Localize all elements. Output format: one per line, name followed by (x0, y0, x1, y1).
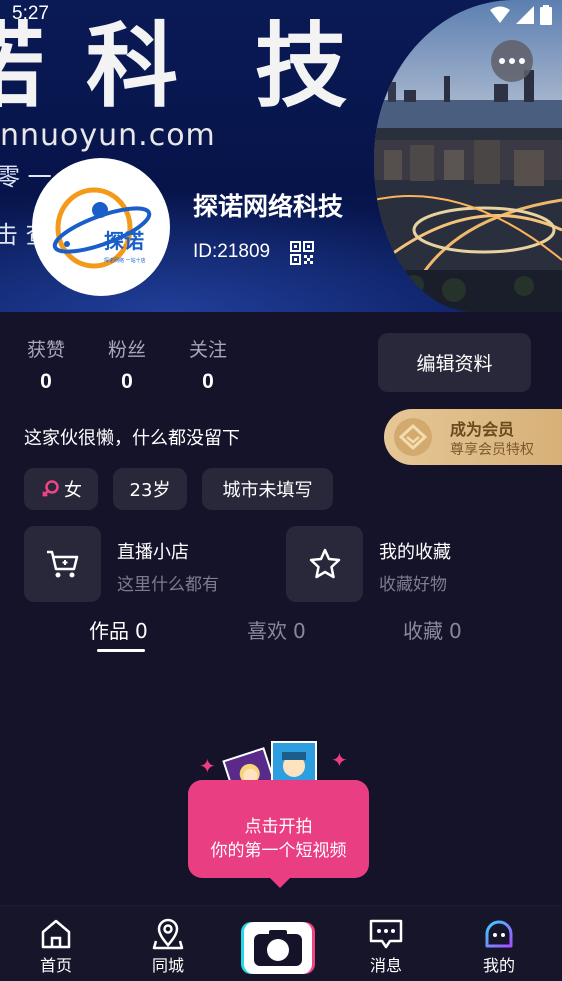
stat-value: 0 (40, 370, 52, 393)
banner-big-text-left: 诺 (0, 20, 48, 112)
vip-subtitle: 尊享会员特权 (450, 442, 534, 458)
nav-home[interactable]: 首页 (16, 906, 96, 981)
avatar[interactable]: 探诺 探诺网络 一站十店 (32, 158, 170, 296)
tab-label: 收藏 (403, 619, 443, 643)
sparkle-icon: ✦ (199, 754, 216, 778)
stat-label: 获赞 (26, 339, 65, 361)
prompt-line2: 你的第一个短视频 (210, 841, 347, 861)
battery-icon (540, 5, 552, 25)
status-icons (490, 4, 552, 26)
live-shop-subtitle: 这里什么都有 (117, 575, 219, 595)
city-photo (374, 0, 562, 312)
live-shop-title[interactable]: 直播小店 (117, 538, 189, 564)
nav-home-label: 首页 (39, 956, 72, 975)
tab-label: 作品 (89, 619, 129, 643)
tab-count: 0 (135, 619, 148, 643)
tab-works[interactable]: 作品 0 (89, 615, 148, 644)
city-tag[interactable]: 城市未填写 (202, 468, 333, 510)
favorites-title[interactable]: 我的收藏 (379, 538, 451, 564)
profile-face-icon (485, 920, 513, 948)
stat-label: 关注 (188, 339, 227, 361)
banner-big-text-right: 技 (255, 12, 352, 120)
nav-me[interactable]: 我的 (459, 906, 539, 981)
nav-nearby[interactable]: 同城 (128, 906, 208, 981)
favorites-card-icon[interactable] (286, 526, 363, 602)
female-icon (42, 480, 59, 497)
vip-title: 成为会员 (450, 420, 515, 439)
prompt-arrow (268, 876, 292, 888)
profile-id: ID:21809 (193, 241, 271, 262)
camera-icon (254, 930, 302, 966)
banner-url-text: nnuoyun.com (0, 118, 216, 153)
stat-following[interactable]: 关注 0 (178, 335, 238, 394)
signal-icon (516, 6, 534, 24)
edit-profile-button[interactable]: 编辑资料 (378, 333, 531, 392)
more-dot (509, 58, 515, 64)
wifi-icon (490, 6, 510, 23)
tab-label: 喜欢 (247, 619, 287, 643)
tab-count: 0 (449, 619, 462, 643)
logo-tagline: 探诺网络 一站十店 (104, 257, 146, 264)
star-icon (309, 548, 340, 579)
tab-count: 0 (293, 619, 306, 643)
nav-messages-label: 消息 (369, 956, 402, 975)
nav-me-label: 我的 (482, 956, 515, 975)
more-options-button[interactable] (491, 40, 533, 82)
diamond-icon (394, 418, 432, 456)
tab-likes[interactable]: 喜欢 0 (247, 615, 306, 644)
location-icon (152, 918, 184, 950)
tab-favorites[interactable]: 收藏 0 (403, 615, 462, 644)
stat-followers[interactable]: 粉丝 0 (97, 335, 157, 394)
more-dot (499, 58, 505, 64)
cart-icon (46, 550, 78, 578)
gender-tag-label: 女 (64, 480, 82, 501)
home-icon (41, 919, 71, 949)
more-dot (519, 58, 525, 64)
status-time: 5:27 (12, 3, 49, 24)
record-video-button[interactable] (244, 922, 312, 974)
profile-bio: 这家伙很懒，什么都没留下 (24, 428, 240, 449)
banner-big-text-mid: 科 (86, 12, 183, 120)
profile-name: 探诺网络科技 (193, 192, 344, 221)
nav-messages[interactable]: 消息 (346, 906, 426, 981)
favorites-subtitle: 收藏好物 (379, 575, 447, 595)
tab-indicator (97, 649, 145, 652)
stat-likes[interactable]: 获赞 0 (16, 335, 76, 394)
stat-value: 0 (121, 370, 133, 393)
live-shop-card-icon[interactable] (24, 526, 101, 602)
age-tag[interactable]: 23岁 (113, 468, 187, 510)
nav-nearby-label: 同城 (151, 956, 184, 975)
prompt-line1: 点击开拍 (244, 817, 313, 837)
gender-tag[interactable]: 女 (24, 468, 98, 510)
company-logo: 探诺 探诺网络 一站十店 (52, 187, 152, 269)
logo-text: 探诺 (104, 229, 144, 253)
start-shooting-prompt[interactable]: 点击开拍 你的第一个短视频 (188, 780, 369, 878)
stat-label: 粉丝 (107, 339, 146, 361)
vip-membership-button[interactable]: 成为会员 尊享会员特权 (384, 409, 562, 465)
stat-value: 0 (202, 370, 214, 393)
status-bar: 5:27 (0, 0, 562, 30)
message-icon (369, 919, 403, 949)
qr-code-icon[interactable] (290, 241, 314, 265)
bottom-nav: 首页 同城 消息 我的 (0, 905, 562, 981)
